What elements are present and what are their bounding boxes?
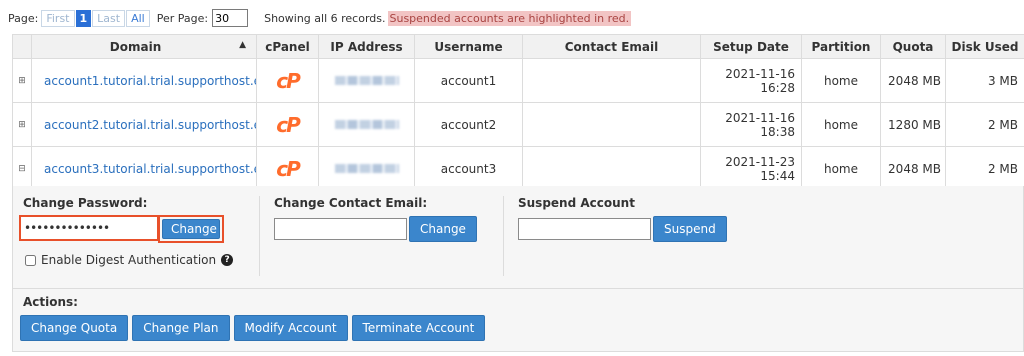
disk-used-cell: 3 MB <box>945 58 1024 103</box>
partition-cell: home <box>801 146 881 191</box>
domain-header-label: Domain <box>109 39 162 54</box>
suspended-note: Suspended accounts are highlighted in re… <box>387 10 632 26</box>
pagination-bar: Page: First 1 Last All Per Page: Showing… <box>8 8 632 28</box>
suspend-account-label: Suspend Account <box>518 196 635 210</box>
password-input[interactable] <box>21 217 157 239</box>
divider <box>503 196 504 276</box>
digest-auth-option[interactable]: Enable Digest Authentication ? <box>25 253 234 267</box>
setup-date-cell: 2021-11-16 16:28 <box>700 58 802 103</box>
change-password-button[interactable]: Change <box>162 219 220 239</box>
domain-link[interactable]: account1.tutorial.trial.supporthost.eu <box>31 58 257 103</box>
change-password-label: Change Password: <box>23 196 148 210</box>
disk-used-cell: 2 MB <box>945 146 1024 191</box>
username-header[interactable]: Username <box>414 34 523 59</box>
cpanel-link[interactable]: cP <box>256 58 319 103</box>
change-password-highlight: Change <box>158 215 224 243</box>
actions-toolbar: Change Quota Change Plan Modify Account … <box>20 315 486 341</box>
page-label: Page: <box>8 11 39 25</box>
domain-link[interactable]: account3.tutorial.trial.supporthost.eu <box>31 146 257 191</box>
disk-used-cell: 2 MB <box>945 102 1024 147</box>
table-row: ⊞ account2.tutorial.trial.supporthost.eu… <box>12 102 1024 147</box>
username-cell: account2 <box>414 102 523 147</box>
cpanel-logo-icon: cP <box>276 112 300 137</box>
account-details-panel: Change Password: Change Enable Digest Au… <box>12 186 1024 352</box>
cpanel-header[interactable]: cPanel <box>256 34 319 59</box>
domain-header[interactable]: Domain ▲ <box>31 34 257 59</box>
first-page-button[interactable]: First <box>41 9 75 27</box>
change-email-button[interactable]: Change <box>409 216 477 242</box>
quota-cell: 2048 MB <box>880 146 946 191</box>
per-page-label: Per Page: <box>156 11 209 25</box>
table-header-row: Domain ▲ cPanel IP Address Username Conta… <box>12 34 1024 59</box>
email-cell <box>522 58 701 103</box>
quota-cell: 2048 MB <box>880 58 946 103</box>
partition-cell: home <box>801 58 881 103</box>
ip-cell <box>318 146 415 191</box>
suspend-reason-input[interactable] <box>518 218 651 240</box>
setup-date-cell: 2021-11-23 15:44 <box>700 146 802 191</box>
expand-row-icon[interactable]: ⊞ <box>12 58 32 103</box>
accounts-table: Domain ▲ cPanel IP Address Username Conta… <box>12 34 1024 191</box>
contact-email-input[interactable] <box>274 218 407 240</box>
partition-cell: home <box>801 102 881 147</box>
quota-cell: 1280 MB <box>880 102 946 147</box>
per-page-input[interactable] <box>212 9 249 27</box>
divider <box>13 288 1023 289</box>
email-cell <box>522 146 701 191</box>
terminate-account-button[interactable]: Terminate Account <box>351 315 486 341</box>
actions-label: Actions: <box>23 295 78 309</box>
cpanel-link[interactable]: cP <box>256 102 319 147</box>
divider <box>259 196 260 276</box>
password-field-highlight <box>19 215 159 241</box>
email-header[interactable]: Contact Email <box>522 34 701 59</box>
digest-auth-label: Enable Digest Authentication <box>41 253 217 267</box>
table-row: ⊞ account1.tutorial.trial.supporthost.eu… <box>12 58 1024 103</box>
cpanel-link[interactable]: cP <box>256 146 319 191</box>
email-cell <box>522 102 701 147</box>
setup-date-header[interactable]: Setup Date <box>700 34 802 59</box>
partition-header[interactable]: Partition <box>801 34 881 59</box>
suspend-button[interactable]: Suspend <box>653 216 727 242</box>
cpanel-logo-icon: cP <box>276 156 300 181</box>
expand-header <box>12 34 32 59</box>
cpanel-logo-icon: cP <box>276 68 300 93</box>
ip-address-redacted <box>334 75 399 85</box>
domain-link[interactable]: account2.tutorial.trial.supporthost.eu <box>31 102 257 147</box>
ip-address-redacted <box>334 163 399 173</box>
current-page-button[interactable]: 1 <box>75 9 92 27</box>
table-row: ⊟ account3.tutorial.trial.supporthost.eu… <box>12 146 1024 191</box>
help-icon[interactable]: ? <box>221 254 234 266</box>
username-cell: account1 <box>414 58 523 103</box>
quota-header[interactable]: Quota <box>880 34 946 59</box>
sort-asc-icon: ▲ <box>239 39 246 50</box>
change-quota-button[interactable]: Change Quota <box>20 315 129 341</box>
collapse-row-icon[interactable]: ⊟ <box>12 146 32 191</box>
change-contact-email-label: Change Contact Email: <box>274 196 428 210</box>
ip-cell <box>318 58 415 103</box>
expand-row-icon[interactable]: ⊞ <box>12 102 32 147</box>
modify-account-button[interactable]: Modify Account <box>233 315 348 341</box>
disk-used-header[interactable]: Disk Used <box>945 34 1024 59</box>
change-plan-button[interactable]: Change Plan <box>132 315 230 341</box>
records-count-text: Showing all 6 records. <box>264 11 386 25</box>
ip-address-redacted <box>334 119 399 129</box>
setup-date-cell: 2021-11-16 18:38 <box>700 102 802 147</box>
digest-auth-checkbox[interactable] <box>25 254 36 266</box>
ip-header[interactable]: IP Address <box>318 34 415 59</box>
all-pages-button[interactable]: All <box>126 9 150 27</box>
last-page-button[interactable]: Last <box>92 9 126 27</box>
username-cell: account3 <box>414 146 523 191</box>
ip-cell <box>318 102 415 147</box>
